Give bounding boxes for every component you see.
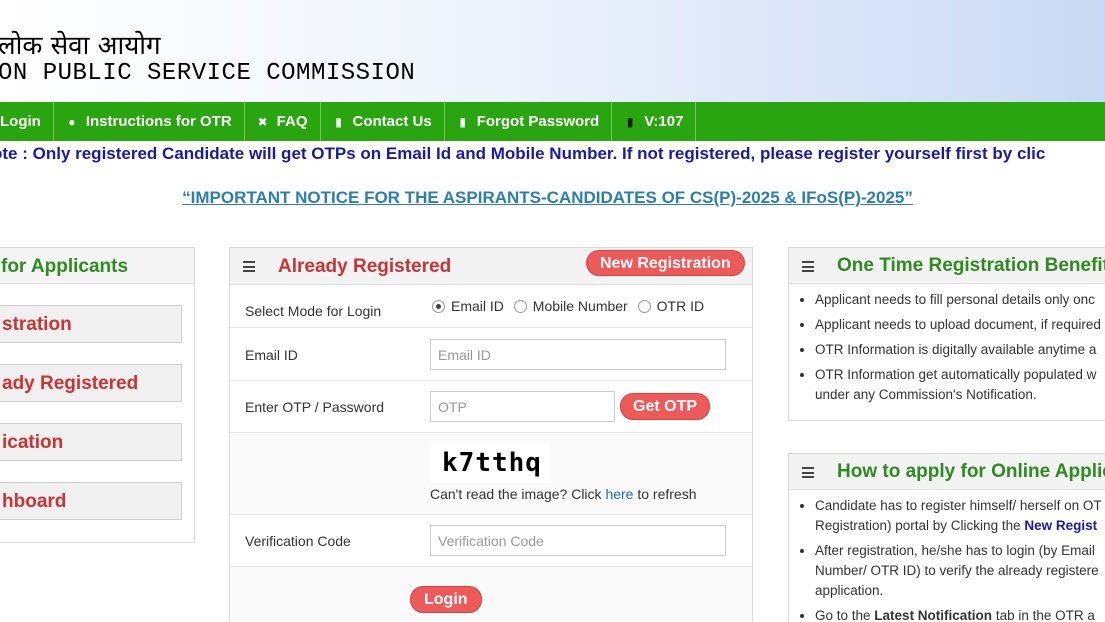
radio-email-label: Email ID — [451, 298, 504, 314]
radio-otr-id[interactable]: OTR ID — [634, 298, 704, 314]
left-verification-button[interactable]: ication — [0, 423, 182, 461]
document-icon: ▮ — [335, 114, 342, 129]
how-to-apply-title: How to apply for Online Applic — [837, 461, 1105, 482]
menu-icon — [802, 467, 814, 478]
nav-forgot-password[interactable]: ▮ Forgot Password — [445, 102, 613, 141]
login-panel-title: Already Registered — [278, 256, 452, 277]
login-mode-row: Select Mode for Login Email ID Mobile Nu… — [230, 286, 752, 328]
captcha-image: k7tthq — [430, 443, 550, 483]
refresh-captcha-link[interactable]: here — [605, 486, 633, 502]
verification-row: Verification Code Verification Code — [230, 515, 752, 567]
otr-benefits-panel: One Time Registration Benefit Applicant … — [788, 247, 1105, 421]
left-registration-button[interactable]: stration — [0, 305, 182, 343]
refresh-prefix: Can't read the image? Click — [430, 486, 606, 502]
expand-icon: ✖ — [257, 114, 268, 129]
nav-faq-label: FAQ — [276, 113, 308, 130]
how-to-apply-panel: How to apply for Online Applic Candidate… — [788, 453, 1105, 622]
applicants-panel-title: for Applicants — [0, 248, 194, 284]
nav-version: ▮ V:107 — [612, 102, 697, 141]
list-item-line: tab in the OTR a — [992, 608, 1095, 622]
nav-forgot-label: Forgot Password — [476, 113, 600, 130]
otp-label: Enter OTP / Password — [245, 399, 385, 415]
otr-benefits-list: Applicant needs to fill personal details… — [789, 284, 1105, 405]
login-button[interactable]: Login — [410, 586, 482, 613]
nav-login-label: Login — [0, 113, 41, 130]
login-panel: Already Registered New Registration Sele… — [229, 247, 753, 622]
hindi-title: लोक सेवा आयोग — [0, 31, 161, 61]
list-item: After registration, he/she has to login … — [797, 541, 1105, 601]
radio-otr-label: OTR ID — [656, 298, 705, 314]
left-already-registered-label: ady Registered — [2, 373, 139, 394]
menu-icon — [243, 261, 255, 272]
list-item-line: Go to the — [815, 608, 875, 622]
email-row: Email ID Email ID — [230, 328, 752, 381]
list-item-line: under any Commission's Notification. — [815, 387, 1037, 402]
applicants-panel: for Applicants stration ady Registered i… — [0, 247, 195, 543]
important-notice-link[interactable]: “IMPORTANT NOTICE FOR THE ASPIRANTS-CAND… — [0, 188, 1095, 208]
left-already-registered-button[interactable]: ady Registered — [0, 364, 182, 402]
captcha-refresh-text: Can't read the image? Click here to refr… — [430, 486, 697, 502]
verification-label: Verification Code — [245, 533, 351, 549]
login-mode-label: Select Mode for Login — [245, 303, 382, 319]
list-item-line: OTR Information get automatically popula… — [815, 367, 1097, 382]
new-registration-link[interactable]: New Regist — [1024, 518, 1097, 533]
radio-email-id[interactable]: Email ID — [432, 298, 504, 314]
latest-notification-text: Latest Notification — [874, 608, 993, 622]
otr-benefits-header: One Time Registration Benefit — [789, 248, 1105, 284]
left-registration-label: stration — [2, 314, 72, 335]
login-mode-options: Email ID Mobile Number OTR ID — [432, 298, 706, 314]
menu-icon — [802, 261, 814, 272]
list-item: Go to the Latest Notification tab in the… — [797, 606, 1105, 622]
list-item: OTR Information get automatically popula… — [797, 365, 1105, 405]
get-otp-button[interactable]: Get OTP — [620, 393, 711, 420]
left-verification-label: ication — [2, 432, 64, 453]
how-to-apply-header: How to apply for Online Applic — [789, 454, 1105, 490]
nav-version-label: V:107 — [644, 113, 684, 130]
list-item-line: After registration, he/she has to login … — [815, 543, 1095, 558]
email-label: Email ID — [245, 347, 298, 363]
nav-contact-us[interactable]: ▮ Contact Us — [321, 102, 445, 141]
left-dashboard-button[interactable]: hboard — [0, 482, 182, 520]
new-registration-button[interactable]: New Registration — [586, 250, 745, 276]
otp-input[interactable]: OTP — [430, 391, 615, 422]
captcha-row: k7tthq Can't read the image? Click here … — [230, 433, 752, 515]
refresh-suffix: to refresh — [633, 486, 697, 502]
otp-row: Enter OTP / Password OTP Get OTP — [230, 381, 752, 433]
main-navbar: Login ● Instructions for OTR ✖ FAQ ▮ Con… — [0, 102, 1105, 141]
verification-input[interactable]: Verification Code — [430, 525, 726, 556]
nav-instructions-label: Instructions for OTR — [85, 113, 232, 130]
radio-unselected-icon — [513, 300, 527, 313]
list-item-line: Candidate has to register himself/ herse… — [815, 498, 1102, 513]
radio-mobile-number[interactable]: Mobile Number — [510, 298, 628, 314]
list-item: Candidate has to register himself/ herse… — [797, 496, 1105, 536]
otr-benefits-title: One Time Registration Benefit — [837, 255, 1105, 276]
nav-faq[interactable]: ✖ FAQ — [245, 102, 321, 141]
nav-instructions-otr[interactable]: ● Instructions for OTR — [54, 102, 245, 141]
radio-selected-icon — [432, 300, 445, 313]
scrolling-notice-text: ote : Only registered Candidate will get… — [0, 144, 1046, 163]
list-item-line: Registration) portal by Clicking the — [815, 518, 1025, 533]
nav-login[interactable]: Login — [0, 102, 54, 141]
list-item: Applicant needs to upload document, if r… — [797, 315, 1105, 335]
email-input[interactable]: Email ID — [430, 339, 726, 370]
nav-contact-label: Contact Us — [352, 113, 432, 130]
site-header: लोक सेवा आयोग ON PUBLIC SERVICE COMMISSI… — [0, 0, 1105, 102]
globe-icon: ● — [68, 114, 76, 129]
left-dashboard-label: hboard — [2, 491, 67, 512]
list-item: Applicant needs to fill personal details… — [797, 290, 1105, 310]
english-title: ON PUBLIC SERVICE COMMISSION — [0, 60, 416, 87]
mobile-icon: ▮ — [626, 114, 634, 129]
radio-mobile-label: Mobile Number — [532, 298, 628, 314]
list-item-line: application. — [815, 583, 884, 598]
list-item: OTR Information is digitally available a… — [797, 340, 1105, 360]
how-to-apply-list: Candidate has to register himself/ herse… — [789, 490, 1105, 622]
login-panel-header: Already Registered New Registration — [230, 248, 752, 285]
scrolling-notice: ote : Only registered Candidate will get… — [0, 143, 1105, 165]
list-item-line: Number/ OTR ID) to verify the already re… — [815, 563, 1099, 578]
document-icon: ▮ — [459, 114, 466, 129]
radio-unselected-icon — [637, 300, 651, 313]
